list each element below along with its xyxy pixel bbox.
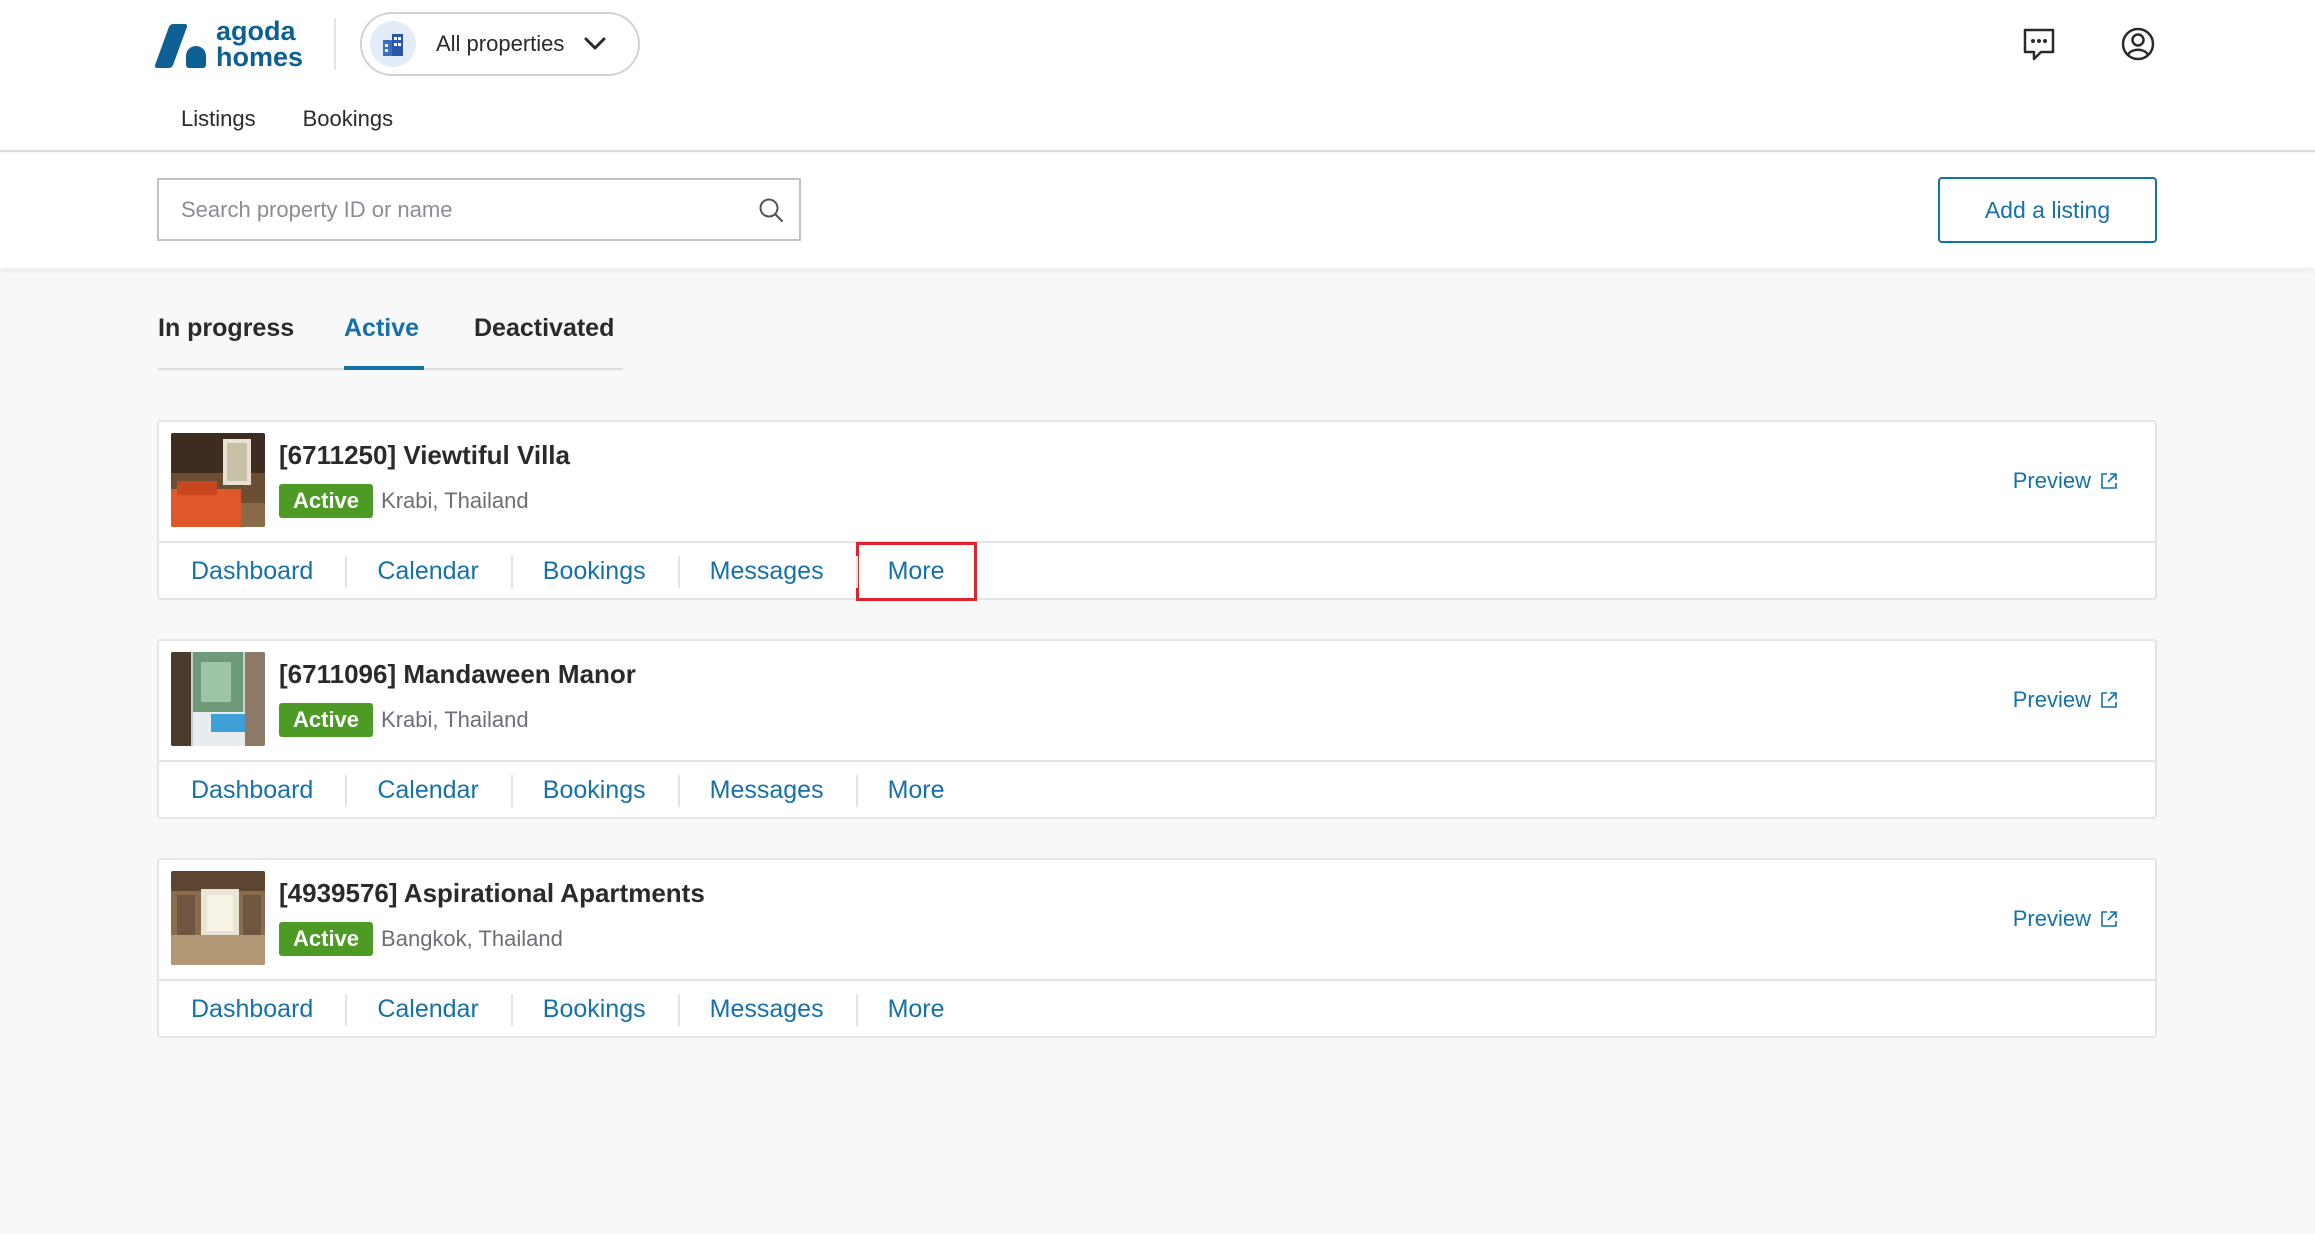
preview-link[interactable]: Preview <box>2013 687 2119 713</box>
chat-message-icon[interactable] <box>2019 24 2059 64</box>
nav-listings[interactable]: Listings <box>181 106 256 132</box>
listing-title: [4939576] Aspirational Apartments <box>279 878 705 908</box>
preview-label: Preview <box>2012 468 2091 493</box>
listing-title: [6711250] Viewtiful Villa <box>279 440 570 470</box>
calendar-link[interactable]: Calendar <box>345 980 510 1039</box>
search-box <box>157 178 801 241</box>
listing-title: [6711096] Mandaween Manor <box>279 659 636 689</box>
search-icon[interactable] <box>757 196 785 224</box>
external-link-icon <box>2101 692 2117 708</box>
bookings-link[interactable]: Bookings <box>510 980 678 1039</box>
listing-status-row: Active Bangkok, Thailand <box>279 922 563 956</box>
main-nav: Listings Bookings <box>181 106 393 132</box>
listings-toolbar: Add a listing <box>0 154 2315 268</box>
listing-card: [4939576] Aspirational Apartments Active… <box>157 858 2157 1038</box>
bookings-link[interactable]: Bookings <box>510 542 678 601</box>
listing-location: Bangkok, Thailand <box>381 926 563 951</box>
property-selector-dropdown[interactable]: All properties <box>360 12 640 76</box>
dashboard-link[interactable]: Dashboard <box>159 542 345 601</box>
listing-status-tabs: In progress Active Deactivated <box>158 300 623 370</box>
tab-deactivated[interactable]: Deactivated <box>474 314 614 343</box>
preview-link[interactable]: Preview <box>2013 468 2119 494</box>
listing-card: [6711096] Mandaween Manor Active Krabi, … <box>157 639 2157 819</box>
listing-card: [6711250] Viewtiful Villa Active Krabi, … <box>157 420 2157 601</box>
listing-actions: Dashboard Calendar Bookings Messages Mor… <box>159 979 2155 1038</box>
status-badge: Active <box>279 922 374 956</box>
user-account-icon[interactable] <box>2118 24 2158 64</box>
nav-bookings[interactable]: Bookings <box>303 106 394 132</box>
preview-link[interactable]: Preview <box>2013 906 2119 932</box>
logo-line-2: homes <box>216 42 304 72</box>
messages-link[interactable]: Messages <box>677 542 856 601</box>
listing-thumbnail[interactable] <box>171 652 265 746</box>
logo-line-1: agoda <box>216 16 296 46</box>
listing-actions: Dashboard Calendar Bookings Messages Mor… <box>159 541 2155 601</box>
active-tab-indicator <box>344 366 424 370</box>
search-input[interactable] <box>181 196 741 223</box>
add-listing-button[interactable]: Add a listing <box>1938 177 2157 243</box>
agoda-logo-mark-icon <box>153 20 208 68</box>
top-header: agoda homes All properties Listings Book… <box>0 0 2315 152</box>
property-selector-label: All properties <box>436 31 565 56</box>
building-icon <box>370 21 416 67</box>
listing-location: Krabi, Thailand <box>381 488 529 513</box>
status-badge: Active <box>279 484 374 518</box>
listing-thumbnail[interactable] <box>171 871 265 965</box>
external-link-icon <box>2101 911 2117 927</box>
messages-link[interactable]: Messages <box>677 761 856 820</box>
dashboard-link[interactable]: Dashboard <box>159 980 345 1039</box>
calendar-link[interactable]: Calendar <box>345 542 510 601</box>
header-divider <box>334 18 336 70</box>
preview-label: Preview <box>2012 687 2091 712</box>
tab-in-progress[interactable]: In progress <box>158 314 294 343</box>
more-link[interactable]: More <box>855 980 977 1039</box>
agoda-homes-logo[interactable]: agoda homes <box>153 16 316 72</box>
more-link[interactable]: More <box>855 542 977 601</box>
listing-thumbnail[interactable] <box>171 433 265 527</box>
listing-location: Krabi, Thailand <box>381 707 529 732</box>
chevron-down-icon <box>582 31 608 57</box>
listing-status-row: Active Krabi, Thailand <box>279 484 529 518</box>
bookings-link[interactable]: Bookings <box>510 761 678 820</box>
calendar-link[interactable]: Calendar <box>345 761 510 820</box>
dashboard-link[interactable]: Dashboard <box>159 761 345 820</box>
status-badge: Active <box>279 703 374 737</box>
more-link[interactable]: More <box>855 761 977 820</box>
listing-status-row: Active Krabi, Thailand <box>279 703 529 737</box>
tab-active[interactable]: Active <box>344 314 419 343</box>
listing-actions: Dashboard Calendar Bookings Messages Mor… <box>159 760 2155 819</box>
messages-link[interactable]: Messages <box>677 980 856 1039</box>
logo-text: agoda homes <box>216 16 304 72</box>
external-link-icon <box>2101 473 2117 489</box>
preview-label: Preview <box>2012 906 2091 931</box>
